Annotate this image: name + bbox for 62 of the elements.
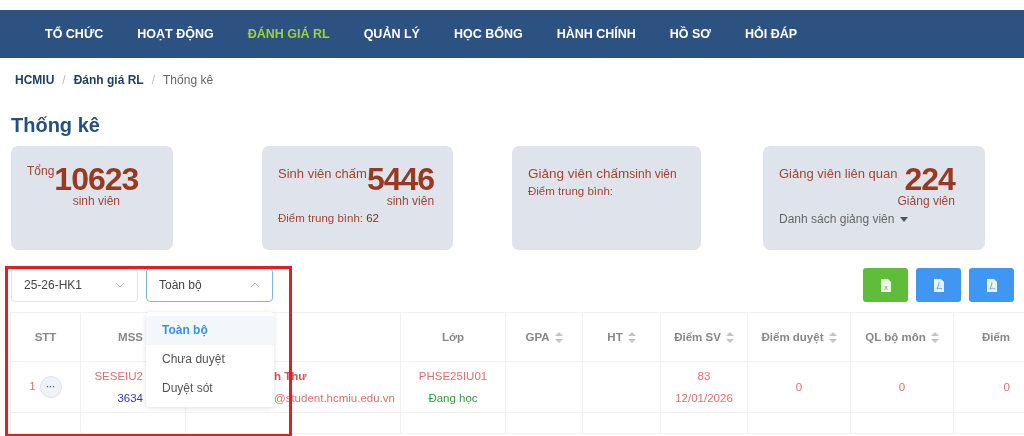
stat-unit: sinh viên <box>629 167 677 181</box>
nav-item[interactable]: HỎI ĐÁP <box>745 27 798 41</box>
stat-unit: sinh viên <box>386 194 435 208</box>
caret-icon <box>900 216 909 222</box>
sort-icon <box>725 331 734 343</box>
stat-label: Sinh viên chấm <box>278 166 367 181</box>
sort-icon <box>828 331 837 343</box>
pdf-file-icon <box>986 278 997 292</box>
sort-icon <box>930 331 939 343</box>
nav-item[interactable]: HOẠT ĐỘNG <box>137 27 214 41</box>
stat-value: 224 <box>904 164 955 194</box>
column-header: STT <box>34 331 57 343</box>
page-title: Thống kê <box>11 113 101 138</box>
breadcrumb-link[interactable]: HCMIU <box>15 73 55 87</box>
breadcrumb-separator: / <box>62 73 66 87</box>
lecturer-list-dropdown[interactable]: Danh sách giảng viên <box>779 212 969 226</box>
table-cell-text: Đang học <box>427 391 479 406</box>
dropdown-option[interactable]: Duyệt sót <box>146 374 274 403</box>
column-header: MSS <box>118 331 143 343</box>
term-select[interactable]: 25-26-HK1 <box>11 268 138 302</box>
stat-label: Giảng viên liên quan <box>779 166 898 181</box>
stat-value: 5446 <box>366 164 435 194</box>
current-page-label[interactable]: Thống kê <box>163 73 214 87</box>
average-score: Điểm trung bình: 62 <box>278 212 380 224</box>
row-number: 1 <box>29 380 36 392</box>
table-cell-text: 12/01/2026 <box>674 391 734 406</box>
stat-unit: Giảng viên <box>897 194 955 208</box>
table-cell-text: 0 <box>897 380 907 395</box>
nav-item[interactable]: HÀNH CHÍNH <box>556 27 636 41</box>
more-button[interactable]: ··· <box>39 376 62 398</box>
table-cell-text: PHSE25IU01 <box>417 369 489 384</box>
stat-label: Giảng viên chấm <box>528 166 630 181</box>
table-cell-text: 0 <box>794 380 804 395</box>
sort-icon <box>627 331 636 343</box>
column-header[interactable]: QL bộ môn <box>865 331 939 343</box>
pdf-export-button[interactable] <box>969 268 1014 302</box>
table-cell-text: SESEIU2 <box>93 369 143 384</box>
sort-icon <box>554 331 563 343</box>
breadcrumb-separator: / <box>151 73 156 87</box>
column-header: Lớp <box>441 331 465 343</box>
table-cell-text: 0 <box>1002 380 1010 395</box>
table-cell-text: 83 <box>696 369 712 384</box>
average-score: Điểm trung bình: <box>528 185 614 197</box>
status-select[interactable]: Toàn bộ <box>146 268 273 302</box>
stat-label: Tổng <box>27 164 55 178</box>
column-header[interactable]: Điểm SV <box>674 331 734 343</box>
column-header[interactable]: Điểm duyệt <box>761 331 837 343</box>
column-header: Điểm <box>981 331 1010 343</box>
pdf-file-icon <box>933 278 944 292</box>
pdf-export-button[interactable] <box>916 268 961 302</box>
nav-item[interactable]: QUẢN LÝ <box>363 27 420 41</box>
breadcrumb-link[interactable]: Đánh giá RL <box>73 73 144 87</box>
table-cell-text: 3634 <box>116 391 143 406</box>
nav-item[interactable]: HỒ SƠ <box>669 27 712 41</box>
column-header[interactable]: HT <box>607 331 636 343</box>
nav-item[interactable]: TỔ CHỨC <box>45 27 104 41</box>
nav-item[interactable]: HỌC BỔNG <box>453 27 523 41</box>
nav-item[interactable]: ĐÁNH GIÁ RL <box>247 27 330 41</box>
column-header[interactable]: GPA <box>525 331 563 343</box>
stat-unit: sinh viên <box>72 194 121 208</box>
stat-value: 10623 <box>54 164 139 194</box>
dropdown-option[interactable]: Chưa duyệt <box>146 345 274 374</box>
